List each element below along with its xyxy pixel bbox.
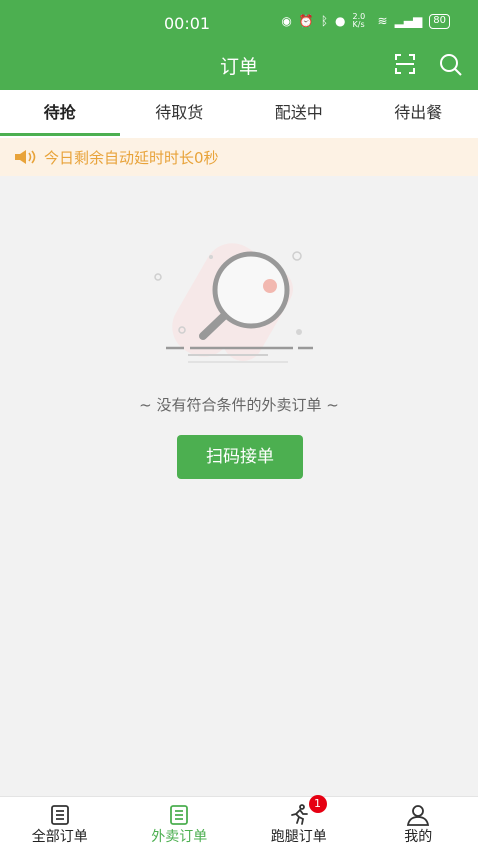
tab-pending-meal[interactable]: 待出餐 [359, 90, 478, 138]
empty-message: ~ 没有符合条件的外卖订单 ~ [139, 396, 339, 414]
alarm-icon: ⏰ [298, 14, 314, 28]
empty-search-illustration [154, 243, 313, 363]
speaker-icon [15, 150, 36, 164]
tab-pending-pickup[interactable]: 待取货 [120, 90, 240, 138]
location-icon: ● [335, 14, 346, 28]
user-icon [407, 805, 430, 826]
notice-text: 今日剩余自动延时时长0秒 [44, 148, 219, 167]
notification-badge: 1 [308, 795, 327, 813]
scan-order-button[interactable]: 扫码接单 [177, 435, 303, 479]
status-icons: ◉ ⏰ ᛒ ● 2.0 K/s ≋ ▂▄▆ 80 [281, 13, 450, 29]
bluetooth-icon: ᛒ [320, 14, 329, 28]
list-icon [50, 805, 69, 825]
runner-icon [290, 804, 308, 825]
nav-mine[interactable]: 我的 1 [308, 795, 478, 850]
nav-takeout-orders[interactable]: 外卖订单 [120, 797, 240, 850]
nav-label: 全部订单 [31, 829, 88, 845]
eye-icon: ◉ [281, 14, 292, 28]
list-icon [170, 805, 189, 825]
signal-icon: ▂▄▆ [394, 14, 423, 28]
scan-icon[interactable] [393, 52, 417, 76]
tab-pending-grab[interactable]: 待抢 [0, 90, 120, 138]
battery-icon: 80 [429, 13, 450, 29]
status-time: 00:01 [164, 14, 211, 33]
tab-delivering[interactable]: 配送中 [239, 90, 359, 138]
net-speed: 2.0 K/s [352, 12, 366, 29]
order-tabs: 待抢 待取货 配送中 待出餐 [0, 90, 478, 138]
search-icon[interactable] [438, 52, 464, 78]
wifi-icon: ≋ [377, 14, 388, 28]
nav-label: 跑腿订单 [270, 829, 327, 845]
bottom-nav: 全部订单 外卖订单 跑腿订单 我的 1 [0, 795, 478, 850]
status-bar: 00:01 ◉ ⏰ ᛒ ● 2.0 K/s ≋ ▂▄▆ 80 [0, 0, 478, 44]
app-header: 00:01 ◉ ⏰ ᛒ ● 2.0 K/s ≋ ▂▄▆ 80 订单 [0, 0, 478, 90]
nav-label: 外卖订单 [151, 829, 208, 845]
nav-all-orders[interactable]: 全部订单 [0, 797, 120, 850]
nav-errand-orders[interactable]: 跑腿订单 [239, 797, 359, 850]
notice-bar: 今日剩余自动延时时长0秒 [0, 138, 478, 176]
nav-label: 我的 [404, 829, 433, 845]
